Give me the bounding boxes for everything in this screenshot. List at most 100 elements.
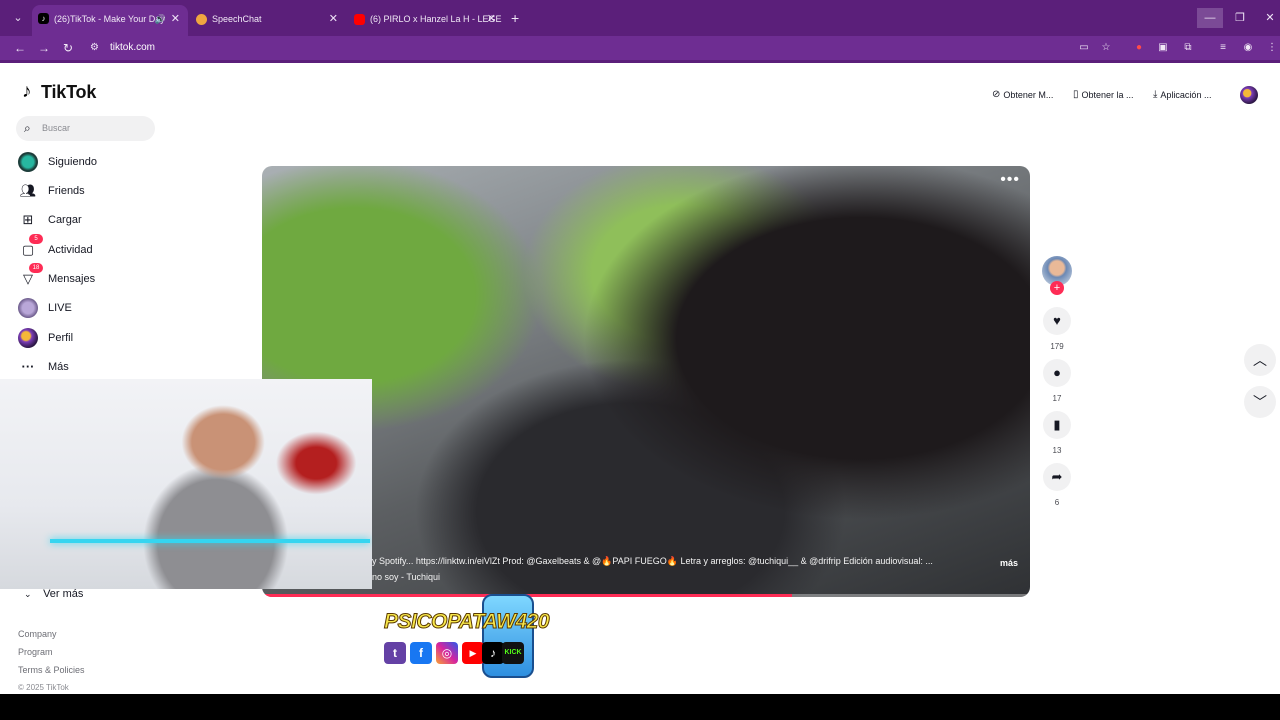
sidebar-item-mensajes[interactable]: ▽ 18 Mensajes: [18, 263, 168, 290]
sidebar-item-mas[interactable]: ··· Más: [18, 356, 168, 378]
close-window-button[interactable]: ✕: [1257, 8, 1280, 28]
tab-youtube[interactable]: (6) PIRLO x Hanzel La H - LEGE ✕: [348, 6, 504, 32]
sidebar-item-label: Perfil: [48, 332, 74, 344]
browser-menu-icon[interactable]: ⋮: [1264, 40, 1280, 56]
tiktok-logo[interactable]: ♪ TikTok: [22, 80, 96, 104]
youtube-favicon-icon: [354, 14, 365, 25]
close-tab-icon[interactable]: ✕: [487, 6, 496, 32]
tiktok-social-icon: ♪: [482, 642, 504, 664]
media-control-icon[interactable]: ≡: [1215, 40, 1231, 56]
sidebar-item-perfil[interactable]: Perfil: [18, 327, 168, 349]
minimize-button[interactable]: —: [1197, 8, 1223, 28]
back-icon[interactable]: ←: [12, 40, 28, 56]
previous-video-button[interactable]: ︿: [1244, 344, 1276, 376]
share-button[interactable]: ➦: [1043, 463, 1071, 491]
restore-button[interactable]: ❐: [1227, 8, 1253, 28]
sidebar-item-label: Más: [48, 361, 69, 373]
new-tab-button[interactable]: +: [511, 11, 519, 25]
footer-link-program[interactable]: Program: [18, 647, 53, 657]
cast-icon[interactable]: ▭: [1076, 40, 1092, 56]
video-sound-title[interactable]: no soy - Tuchiqui: [372, 572, 440, 582]
comment-button[interactable]: ●: [1043, 359, 1071, 387]
user-avatar[interactable]: [1240, 86, 1258, 104]
sidebar-item-label: Siguiendo: [48, 156, 97, 168]
forward-icon[interactable]: →: [36, 40, 52, 56]
tab-tiktok[interactable]: ♪ (26)TikTok - Make Your Day 🔊 ✕: [32, 5, 188, 36]
like-button[interactable]: ♥: [1043, 307, 1071, 335]
address-bar-row: ← → ↻ ⚙ tiktok.com ▭ ☆ ● ▣ ⧉ ≡ ◉ ⋮: [0, 36, 1280, 60]
video-options-icon[interactable]: •••: [1000, 172, 1020, 188]
comment-count: 17: [1052, 394, 1062, 403]
download-icon: ⤓: [1153, 89, 1158, 100]
streamer-name: PSICOPATAW420: [383, 610, 550, 634]
speechchat-favicon-icon: [196, 14, 207, 25]
search-input[interactable]: ⌕ Buscar: [16, 116, 155, 141]
tiktok-favicon-icon: ♪: [38, 13, 49, 24]
led-strip: [50, 539, 370, 543]
tab-speechchat[interactable]: SpeechChat ✕: [190, 6, 346, 32]
footer-link-terms[interactable]: Terms & Policies: [18, 665, 85, 675]
extension-red-icon[interactable]: ●: [1131, 40, 1147, 56]
share-icon: ➦: [1051, 469, 1063, 484]
profile-icon: [18, 328, 38, 348]
upload-icon: ⊞: [22, 212, 34, 227]
more-icon: ···: [21, 359, 35, 374]
save-count: 13: [1052, 446, 1062, 455]
activity-badge: 5: [29, 234, 43, 244]
see-more-button[interactable]: ⌄ Ver más: [24, 586, 83, 602]
sidebar-item-friends[interactable]: 👥︎ Friends: [18, 180, 168, 202]
desktop-app-button[interactable]: ⤓ Aplicación ...: [1153, 87, 1211, 103]
top-action-label: Aplicación ...: [1160, 90, 1212, 100]
tab-bar: ⌄ ♪ (26)TikTok - Make Your Day 🔊 ✕ Speec…: [0, 0, 1280, 36]
url-field[interactable]: tiktok.com: [110, 40, 155, 56]
chevron-down-icon: ⌄: [24, 589, 32, 599]
extensions-puzzle-icon[interactable]: ⧉: [1180, 40, 1196, 56]
extension-icon[interactable]: ▣: [1155, 40, 1171, 56]
search-icon: ⌕: [24, 121, 31, 135]
coin-icon: ⊘: [992, 89, 1001, 100]
caption-more-link[interactable]: más: [1000, 558, 1018, 568]
webcam-overlay: [0, 379, 372, 589]
sidebar-item-actividad[interactable]: ▢ 5 Actividad: [18, 234, 168, 261]
share-count: 6: [1054, 498, 1060, 507]
bookmark-star-icon[interactable]: ☆: [1098, 40, 1114, 56]
video-player[interactable]: ••• y Spotify... https://linktw.in/eiVlZ…: [262, 166, 1030, 597]
close-tab-icon[interactable]: ✕: [329, 6, 338, 32]
tiktok-note-icon: ♪: [22, 81, 32, 102]
sidebar-item-label: Cargar: [48, 214, 82, 226]
sidebar-item-label: LIVE: [48, 302, 72, 314]
sidebar-item-cargar[interactable]: ⊞ Cargar: [18, 209, 168, 231]
video-caption: y Spotify... https://linktw.in/eiVlZt Pr…: [372, 556, 933, 566]
sidebar-item-live[interactable]: LIVE: [18, 297, 168, 319]
top-action-label: Obtener M...: [1003, 90, 1054, 100]
see-more-label: Ver más: [43, 588, 84, 600]
footer-link-company[interactable]: Company: [18, 629, 57, 639]
live-icon: [18, 298, 38, 318]
sidebar-item-siguiendo[interactable]: Siguiendo: [18, 151, 168, 173]
next-video-button[interactable]: ﹀: [1244, 386, 1276, 418]
sidebar-item-label: Friends: [48, 185, 85, 197]
get-coins-button[interactable]: ⊘ Obtener M...: [992, 87, 1053, 103]
follow-plus-icon[interactable]: +: [1050, 281, 1064, 295]
get-app-button[interactable]: ▯ Obtener la ...: [1073, 87, 1134, 103]
search-placeholder: Buscar: [42, 123, 71, 133]
site-info-icon[interactable]: ⚙: [90, 40, 104, 56]
profile-avatar-icon[interactable]: ◉: [1240, 40, 1256, 56]
kick-icon: KICK: [502, 642, 524, 664]
speaker-icon[interactable]: 🔊: [155, 5, 166, 33]
messages-badge: 18: [29, 263, 43, 273]
tab-search-icon[interactable]: ⌄: [10, 10, 26, 26]
video-progress-bar[interactable]: [262, 594, 1030, 597]
close-tab-icon[interactable]: ✕: [171, 5, 180, 33]
logo-text: TikTok: [41, 81, 97, 102]
comment-icon: ●: [1053, 365, 1061, 380]
tab-title: (6) PIRLO x Hanzel La H - LEGE: [370, 14, 502, 24]
chevron-down-icon: ﹀: [1253, 394, 1267, 410]
heart-icon: ♥: [1053, 313, 1061, 328]
reload-icon[interactable]: ↻: [60, 40, 76, 56]
save-button[interactable]: ▮: [1043, 411, 1071, 439]
tab-title: SpeechChat: [212, 14, 262, 24]
following-icon: [18, 152, 38, 172]
screen-bottom-bar: [0, 694, 1280, 720]
copyright: © 2025 TikTok: [18, 683, 69, 692]
